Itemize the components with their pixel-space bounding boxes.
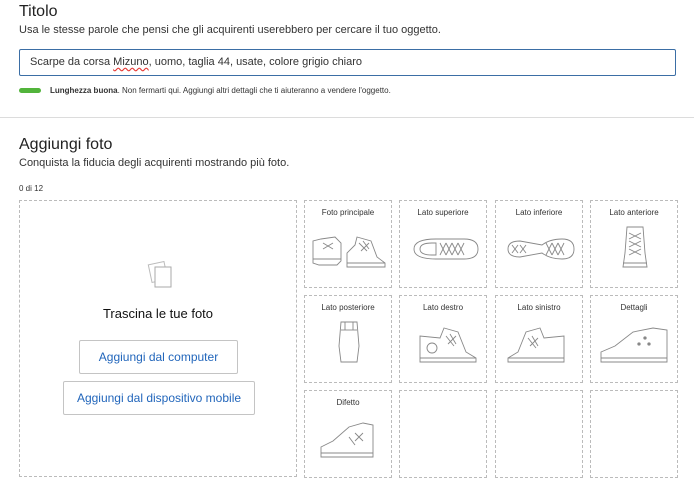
title-text-suffix: , uomo, taglia 44, usate, colore grigio … [148, 56, 363, 68]
photo-slot-front[interactable]: Lato anteriore [590, 200, 678, 288]
title-input[interactable]: Scarpe da corsa Mizuno, uomo, taglia 44,… [19, 49, 676, 76]
title-strength-hint: Lunghezza buona. Non fermarti qui. Aggiu… [50, 86, 391, 95]
photo-slot-label: Lato sinistro [517, 303, 561, 312]
photos-heading: Aggiungi foto [19, 136, 113, 153]
photo-slot-label: Lato destro [422, 303, 464, 312]
shoe-top-icon [413, 238, 479, 260]
photos-description: Conquista la fiducia degli acquirenti mo… [19, 157, 290, 169]
photo-drop-zone[interactable]: Trascina le tue foto Aggiungi dal comput… [19, 200, 297, 477]
photos-icon [147, 261, 172, 288]
photo-slot-label: Difetto [336, 398, 360, 407]
photo-slot-empty[interactable] [399, 390, 487, 478]
photo-slot-defect[interactable]: Difetto [304, 390, 392, 478]
add-from-computer-button[interactable]: Aggiungi dal computer [79, 340, 238, 374]
title-strength-text: . Non fermarti qui. Aggiungi altri detta… [117, 86, 391, 95]
section-divider [0, 117, 694, 118]
title-heading: Titolo [19, 3, 58, 20]
photo-slot-details[interactable]: Dettagli [590, 295, 678, 383]
shoe-front-icon [622, 226, 648, 268]
photo-slot-back[interactable]: Lato posteriore [304, 295, 392, 383]
shoe-defect-icon [320, 422, 374, 458]
photo-slot-label: Foto principale [321, 208, 375, 217]
shoe-sole-icon [507, 238, 575, 260]
drop-zone-text: Trascina le tue foto [102, 306, 214, 321]
shoe-left-icon [507, 327, 565, 363]
shoe-back-icon [338, 321, 360, 363]
shoe-right-icon [419, 327, 477, 363]
photo-slot-empty[interactable] [495, 390, 583, 478]
shoe-details-icon [600, 327, 668, 363]
photo-slot-bottom[interactable]: Lato inferiore [495, 200, 583, 288]
photo-slot-top[interactable]: Lato superiore [399, 200, 487, 288]
photo-slot-right[interactable]: Lato destro [399, 295, 487, 383]
title-strength-bar [19, 88, 41, 93]
photo-slot-empty[interactable] [590, 390, 678, 478]
photo-slot-main[interactable]: Foto principale [304, 200, 392, 288]
photo-slot-left[interactable]: Lato sinistro [495, 295, 583, 383]
title-strength-label: Lunghezza buona [50, 86, 118, 95]
photo-slot-label: Lato anteriore [609, 208, 659, 217]
add-from-mobile-button[interactable]: Aggiungi dal dispositivo mobile [63, 381, 255, 415]
photo-slot-label: Lato superiore [417, 208, 469, 217]
title-description: Usa le stesse parole che pensi che gli a… [19, 24, 441, 36]
shoe-main-icon [312, 236, 386, 268]
photo-slot-label: Lato inferiore [515, 208, 563, 217]
title-text-misspelled: Mizuno [113, 56, 149, 68]
photo-slot-label: Lato posteriore [321, 303, 375, 312]
photo-count: 0 di 12 [19, 184, 44, 193]
title-text-prefix: Scarpe da corsa [30, 56, 114, 68]
photo-slot-label: Dettagli [620, 303, 648, 312]
